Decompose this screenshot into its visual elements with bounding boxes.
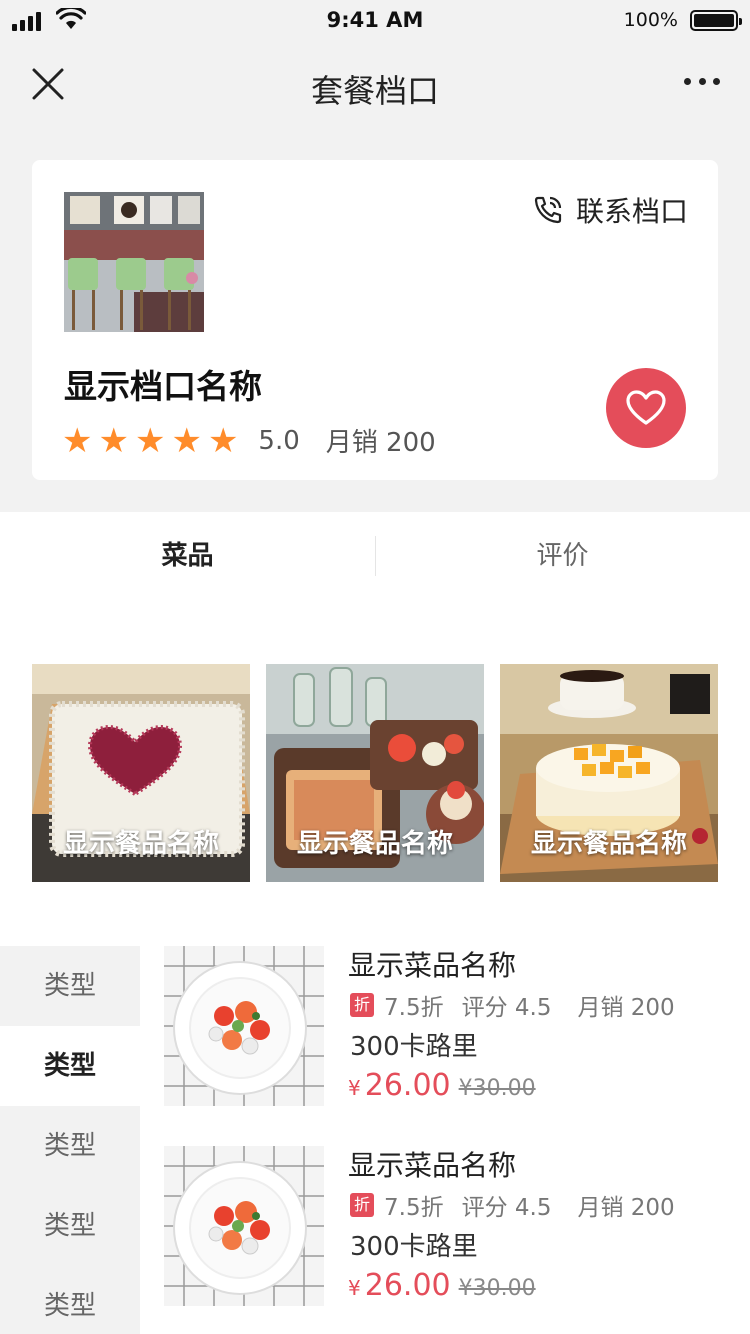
dish-photo [164,946,324,1106]
star-icon: ★ [98,420,129,461]
currency-symbol: ¥ [348,1276,361,1300]
category-item[interactable]: 类型 [0,1106,140,1186]
star-icon: ★ [134,420,166,461]
dish-price-row: ¥ 26.00 ¥30.00 [348,1268,536,1303]
featured-dish-name: 显示餐品名称 [530,829,687,859]
discount-badge: 折 [350,1193,374,1217]
dish-score: 评分 4.5 [461,1195,552,1221]
discount-text: 7.5折 [384,995,444,1021]
rating-score: 5.0 [258,425,300,456]
dish-list-item[interactable]: 显示菜品名称 折 7.5折 评分 4.5 月销 200 300卡路里 ¥ 26.… [164,1146,724,1306]
star-rating: ★ ★ ★ ★ ★ [62,424,238,458]
store-rating-row: ★ ★ ★ ★ ★ 5.0 月销 200 [62,422,436,459]
original-price: ¥30.00 [458,1276,536,1301]
battery-percent: 100% [623,9,678,31]
category-item[interactable]: 类型 [0,1186,140,1266]
favorite-button[interactable] [606,368,686,448]
dish-photo [164,1146,324,1306]
store-name: 显示档口名称 [64,367,262,406]
tab-reviews[interactable]: 评价 [375,512,750,600]
more-icon[interactable] [684,78,720,88]
featured-dishes: 显示餐品名称 显示餐品名称 显示餐品名称 [32,664,718,882]
dish-meta: 折 7.5折 评分 4.5 月销 200 [350,988,675,1022]
dish-price-row: ¥ 26.00 ¥30.00 [348,1068,536,1103]
dish-calories: 300卡路里 [350,1032,478,1062]
star-icon: ★ [171,420,202,461]
featured-dish-name: 显示餐品名称 [62,829,219,859]
monthly-sales: 月销 200 [325,428,436,458]
featured-dish-card[interactable]: 显示餐品名称 [32,664,250,882]
dish-name: 显示菜品名称 [348,949,517,982]
dish-price: 26.00 [364,1268,451,1303]
battery-icon [690,10,742,31]
currency-symbol: ¥ [348,1076,361,1100]
contact-label: 联系档口 [575,195,688,228]
dish-score: 评分 4.5 [461,995,552,1021]
featured-dish-name: 显示餐品名称 [296,829,453,859]
contact-store-button[interactable]: 联系档口 [532,190,688,230]
phone-icon [534,196,562,224]
discount-text: 7.5折 [384,1195,444,1221]
store-card: 联系档口 显示档口名称 ★ ★ ★ ★ ★ 5.0 月销 200 [32,160,718,480]
dish-sales: 月销 200 [577,1195,675,1221]
page-title: 套餐档口 [310,72,439,110]
store-photo [64,192,204,332]
star-icon: ★ [62,420,93,461]
dish-name: 显示菜品名称 [348,1149,517,1182]
dish-meta: 折 7.5折 评分 4.5 月销 200 [350,1188,675,1222]
menu-content: 显示餐品名称 显示餐品名称 显示餐品名称 类型 类型 类型 类型 类型 显示菜品… [0,600,750,1334]
dish-calories: 300卡路里 [350,1232,478,1262]
status-bar: 9:41 AM 100% [0,0,750,40]
tab-bar: 菜品 评价 [0,512,750,600]
dish-sales: 月销 200 [577,995,675,1021]
featured-dish-card[interactable]: 显示餐品名称 [266,664,484,882]
category-item-active[interactable]: 类型 [0,1026,140,1106]
category-item[interactable]: 类型 [0,1266,140,1334]
star-icon: ★ [207,420,239,461]
nav-bar: 套餐档口 [0,40,750,130]
tab-dishes[interactable]: 菜品 [0,512,375,600]
original-price: ¥30.00 [458,1076,536,1101]
dish-price: 26.00 [364,1068,451,1103]
tab-divider [375,536,376,576]
featured-dish-card[interactable]: 显示餐品名称 [500,664,718,882]
discount-badge: 折 [350,993,374,1017]
heart-icon [626,390,666,425]
dish-list-item[interactable]: 显示菜品名称 折 7.5折 评分 4.5 月销 200 300卡路里 ¥ 26.… [164,946,724,1106]
category-item[interactable]: 类型 [0,946,140,1026]
category-sidebar: 类型 类型 类型 类型 类型 [0,946,140,1334]
